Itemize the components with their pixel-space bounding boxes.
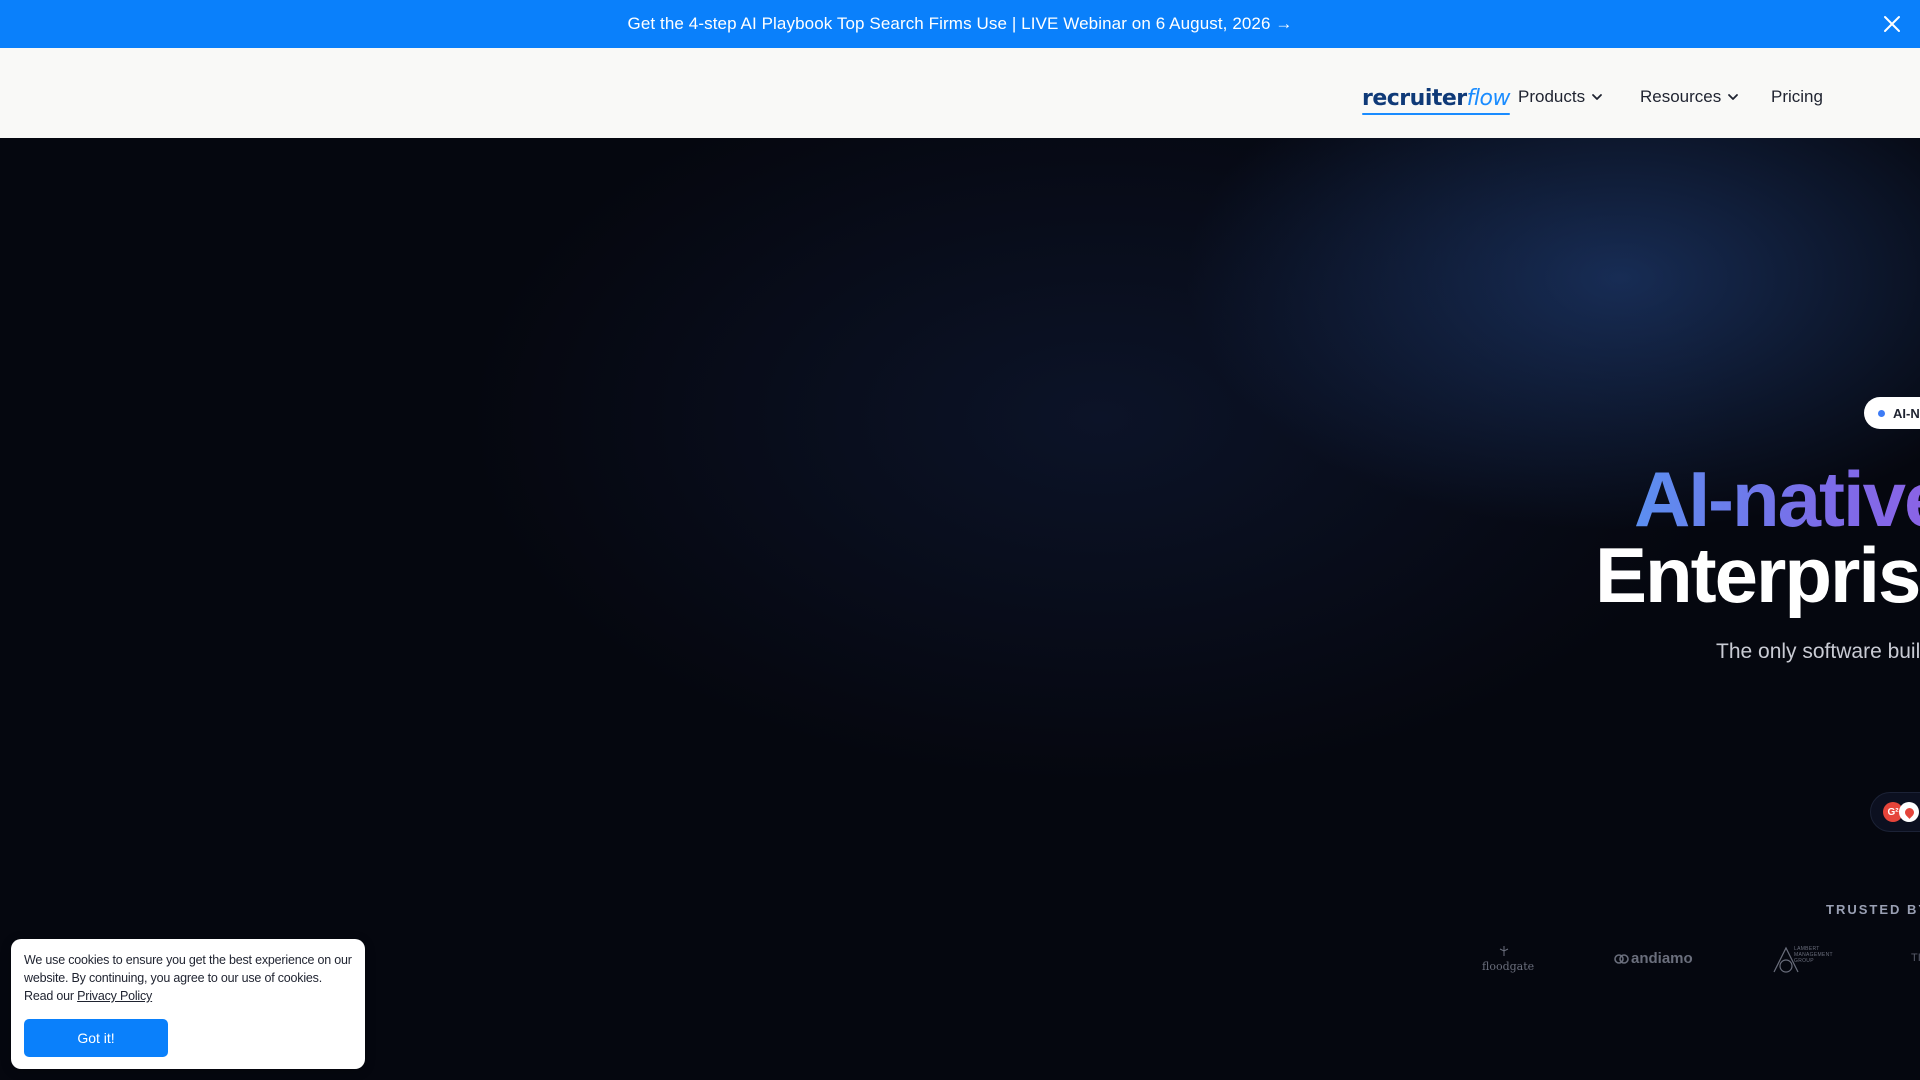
logo-text-flow: flow [1466,86,1511,111]
cookie-message: We use cookies to ensure you get the bes… [24,951,353,1005]
review-badges[interactable]: G² [1870,792,1920,832]
client-logo-partial: TI [1911,952,1920,964]
trusted-by-label: TRUSTED BY [1826,902,1920,917]
privacy-policy-link[interactable]: Privacy Policy [77,989,152,1003]
close-icon[interactable] [1880,12,1904,36]
recruiterflow-logo[interactable]: recruiter flow [1362,83,1511,115]
floodgate-text: floodgate [1482,960,1535,973]
client-logo-andiamo: andiamo [1614,950,1693,967]
client-logo-lambert: LAMBERT MANAGEMENT GROUP [1772,944,1832,974]
cookie-banner: We use cookies to ensure you get the bes… [11,939,365,1069]
logo-underline [1362,113,1510,115]
logo-text-recruiter: recruiter [1362,86,1467,111]
nav-item-pricing[interactable]: Pricing [1771,87,1823,107]
lambert-text: LAMBERT MANAGEMENT GROUP [1794,946,1833,964]
main-navbar: recruiter flow Products Resources Pricing [0,48,1920,138]
floodgate-mark-icon [1499,946,1509,956]
hero-headline-line2: Enterprise [1595,531,1920,619]
announcement-bar[interactable]: Get the 4-step AI Playbook Top Search Fi… [0,0,1920,48]
chevron-down-icon [1728,94,1739,100]
cookie-read-prefix: Read our [24,989,74,1003]
chevron-down-icon [1592,94,1602,100]
hero-subheadline: The only software built [1716,640,1920,663]
nav-pricing-label: Pricing [1771,87,1823,106]
hero-badge: AI-N [1864,397,1920,429]
nav-item-resources[interactable]: Resources [1640,87,1739,107]
nav-products-label: Products [1518,87,1586,106]
client-logo-floodgate: floodgate [1482,946,1535,978]
cookie-text: We use cookies to ensure you get the bes… [24,953,352,985]
capterra-icon [1899,802,1919,822]
nav-item-products[interactable]: Products [1518,87,1603,107]
andiamo-mark-icon [1614,953,1629,964]
badge-dot-icon [1878,409,1885,417]
cookie-accept-button[interactable]: Got it! [24,1019,168,1057]
announcement-text[interactable]: Get the 4-step AI Playbook Top Search Fi… [628,14,1293,34]
hero-badge-text: AI-N [1893,405,1920,421]
nav-resources-label: Resources [1640,87,1722,106]
andiamo-text: andiamo [1631,950,1693,967]
